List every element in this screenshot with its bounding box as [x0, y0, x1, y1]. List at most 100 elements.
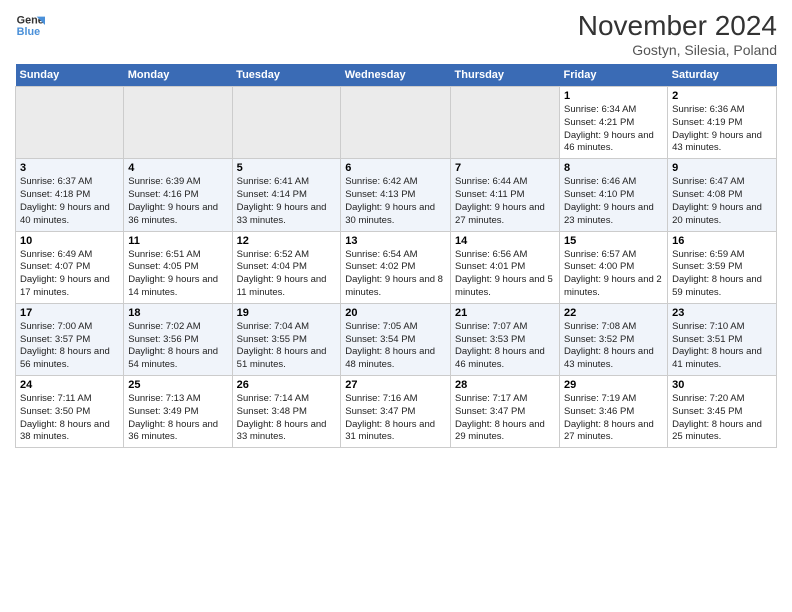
day-number: 25 — [128, 379, 227, 391]
calendar-cell: 30 Sunrise: 7:20 AM Sunset: 3:45 PM Dayli… — [668, 376, 777, 448]
calendar-cell: 14 Sunrise: 6:56 AM Sunset: 4:01 PM Dayli… — [451, 231, 560, 303]
header: General Blue November 2024 Gostyn, Siles… — [15, 10, 777, 58]
day-number: 13 — [345, 235, 446, 247]
calendar-cell: 12 Sunrise: 6:52 AM Sunset: 4:04 PM Dayli… — [232, 231, 341, 303]
col-header-sunday: Sunday — [16, 64, 124, 87]
day-number: 15 — [564, 235, 663, 247]
calendar-cell: 29 Sunrise: 7:19 AM Sunset: 3:46 PM Dayli… — [560, 376, 668, 448]
day-info: Sunrise: 6:46 AM Sunset: 4:10 PM Dayligh… — [564, 176, 663, 227]
day-info: Sunrise: 7:07 AM Sunset: 3:53 PM Dayligh… — [455, 321, 555, 372]
day-info: Sunrise: 6:37 AM Sunset: 4:18 PM Dayligh… — [20, 176, 119, 227]
day-number: 6 — [345, 162, 446, 174]
header-row: SundayMondayTuesdayWednesdayThursdayFrid… — [16, 64, 777, 87]
day-info: Sunrise: 6:42 AM Sunset: 4:13 PM Dayligh… — [345, 176, 446, 227]
day-info: Sunrise: 7:20 AM Sunset: 3:45 PM Dayligh… — [672, 393, 772, 444]
day-number: 29 — [564, 379, 663, 391]
calendar-cell: 16 Sunrise: 6:59 AM Sunset: 3:59 PM Dayli… — [668, 231, 777, 303]
day-number: 22 — [564, 307, 663, 319]
day-info: Sunrise: 7:14 AM Sunset: 3:48 PM Dayligh… — [237, 393, 337, 444]
week-row-1: 1 Sunrise: 6:34 AM Sunset: 4:21 PM Daylig… — [16, 87, 777, 159]
calendar-cell: 18 Sunrise: 7:02 AM Sunset: 3:56 PM Dayli… — [124, 303, 232, 375]
col-header-tuesday: Tuesday — [232, 64, 341, 87]
title-block: November 2024 Gostyn, Silesia, Poland — [578, 10, 777, 58]
day-info: Sunrise: 7:02 AM Sunset: 3:56 PM Dayligh… — [128, 321, 227, 372]
day-info: Sunrise: 7:11 AM Sunset: 3:50 PM Dayligh… — [20, 393, 119, 444]
day-number: 23 — [672, 307, 772, 319]
day-number: 18 — [128, 307, 227, 319]
day-number: 14 — [455, 235, 555, 247]
day-info: Sunrise: 7:13 AM Sunset: 3:49 PM Dayligh… — [128, 393, 227, 444]
day-number: 20 — [345, 307, 446, 319]
day-info: Sunrise: 6:34 AM Sunset: 4:21 PM Dayligh… — [564, 104, 663, 155]
day-info: Sunrise: 7:17 AM Sunset: 3:47 PM Dayligh… — [455, 393, 555, 444]
calendar-cell: 7 Sunrise: 6:44 AM Sunset: 4:11 PM Daylig… — [451, 159, 560, 231]
day-info: Sunrise: 6:39 AM Sunset: 4:16 PM Dayligh… — [128, 176, 227, 227]
day-info: Sunrise: 6:44 AM Sunset: 4:11 PM Dayligh… — [455, 176, 555, 227]
day-info: Sunrise: 7:08 AM Sunset: 3:52 PM Dayligh… — [564, 321, 663, 372]
day-info: Sunrise: 6:57 AM Sunset: 4:00 PM Dayligh… — [564, 249, 663, 300]
day-info: Sunrise: 6:52 AM Sunset: 4:04 PM Dayligh… — [237, 249, 337, 300]
calendar-cell: 11 Sunrise: 6:51 AM Sunset: 4:05 PM Dayli… — [124, 231, 232, 303]
calendar-cell: 9 Sunrise: 6:47 AM Sunset: 4:08 PM Daylig… — [668, 159, 777, 231]
day-info: Sunrise: 6:36 AM Sunset: 4:19 PM Dayligh… — [672, 104, 772, 155]
day-info: Sunrise: 7:05 AM Sunset: 3:54 PM Dayligh… — [345, 321, 446, 372]
day-info: Sunrise: 6:47 AM Sunset: 4:08 PM Dayligh… — [672, 176, 772, 227]
day-number: 19 — [237, 307, 337, 319]
day-info: Sunrise: 6:51 AM Sunset: 4:05 PM Dayligh… — [128, 249, 227, 300]
day-number: 16 — [672, 235, 772, 247]
day-info: Sunrise: 6:59 AM Sunset: 3:59 PM Dayligh… — [672, 249, 772, 300]
svg-text:Blue: Blue — [17, 26, 40, 38]
logo: General Blue — [15, 10, 45, 40]
day-number: 12 — [237, 235, 337, 247]
day-number: 1 — [564, 90, 663, 102]
calendar-cell — [341, 87, 451, 159]
day-info: Sunrise: 6:56 AM Sunset: 4:01 PM Dayligh… — [455, 249, 555, 300]
calendar-cell: 19 Sunrise: 7:04 AM Sunset: 3:55 PM Dayli… — [232, 303, 341, 375]
calendar-cell: 4 Sunrise: 6:39 AM Sunset: 4:16 PM Daylig… — [124, 159, 232, 231]
calendar-cell — [16, 87, 124, 159]
calendar-cell: 22 Sunrise: 7:08 AM Sunset: 3:52 PM Dayli… — [560, 303, 668, 375]
col-header-thursday: Thursday — [451, 64, 560, 87]
day-number: 9 — [672, 162, 772, 174]
main-title: November 2024 — [578, 10, 777, 42]
calendar-cell: 27Sunrise: 7:16 AM Sunset: 3:47 PM Dayli… — [341, 376, 451, 448]
day-info: Sunrise: 7:00 AM Sunset: 3:57 PM Dayligh… — [20, 321, 119, 372]
col-header-wednesday: Wednesday — [341, 64, 451, 87]
calendar-cell: 24 Sunrise: 7:11 AM Sunset: 3:50 PM Dayli… — [16, 376, 124, 448]
calendar-cell: 10Sunrise: 6:49 AM Sunset: 4:07 PM Dayli… — [16, 231, 124, 303]
calendar-cell: 15 Sunrise: 6:57 AM Sunset: 4:00 PM Dayli… — [560, 231, 668, 303]
week-row-2: 3Sunrise: 6:37 AM Sunset: 4:18 PM Daylig… — [16, 159, 777, 231]
calendar-cell: 17Sunrise: 7:00 AM Sunset: 3:57 PM Dayli… — [16, 303, 124, 375]
calendar-cell: 1 Sunrise: 6:34 AM Sunset: 4:21 PM Daylig… — [560, 87, 668, 159]
day-number: 5 — [237, 162, 337, 174]
calendar-table: SundayMondayTuesdayWednesdayThursdayFrid… — [15, 64, 777, 448]
day-number: 11 — [128, 235, 227, 247]
day-number: 30 — [672, 379, 772, 391]
day-number: 4 — [128, 162, 227, 174]
calendar-cell: 8 Sunrise: 6:46 AM Sunset: 4:10 PM Daylig… — [560, 159, 668, 231]
day-number: 8 — [564, 162, 663, 174]
col-header-friday: Friday — [560, 64, 668, 87]
day-number: 26 — [237, 379, 337, 391]
calendar-cell: 21Sunrise: 7:07 AM Sunset: 3:53 PM Dayli… — [451, 303, 560, 375]
calendar-cell: 6 Sunrise: 6:42 AM Sunset: 4:13 PM Daylig… — [341, 159, 451, 231]
day-info: Sunrise: 7:04 AM Sunset: 3:55 PM Dayligh… — [237, 321, 337, 372]
day-number: 10 — [20, 235, 119, 247]
day-number: 27 — [345, 379, 446, 391]
day-info: Sunrise: 7:19 AM Sunset: 3:46 PM Dayligh… — [564, 393, 663, 444]
subtitle: Gostyn, Silesia, Poland — [578, 42, 777, 58]
day-info: Sunrise: 7:10 AM Sunset: 3:51 PM Dayligh… — [672, 321, 772, 372]
week-row-3: 10Sunrise: 6:49 AM Sunset: 4:07 PM Dayli… — [16, 231, 777, 303]
day-number: 7 — [455, 162, 555, 174]
calendar-cell — [232, 87, 341, 159]
day-number: 24 — [20, 379, 119, 391]
week-row-4: 17Sunrise: 7:00 AM Sunset: 3:57 PM Dayli… — [16, 303, 777, 375]
calendar-cell: 13 Sunrise: 6:54 AM Sunset: 4:02 PM Dayli… — [341, 231, 451, 303]
col-header-saturday: Saturday — [668, 64, 777, 87]
calendar-cell: 28Sunrise: 7:17 AM Sunset: 3:47 PM Dayli… — [451, 376, 560, 448]
col-header-monday: Monday — [124, 64, 232, 87]
week-row-5: 24 Sunrise: 7:11 AM Sunset: 3:50 PM Dayli… — [16, 376, 777, 448]
calendar-cell — [124, 87, 232, 159]
page: General Blue November 2024 Gostyn, Siles… — [0, 0, 792, 612]
day-info: Sunrise: 6:54 AM Sunset: 4:02 PM Dayligh… — [345, 249, 446, 300]
